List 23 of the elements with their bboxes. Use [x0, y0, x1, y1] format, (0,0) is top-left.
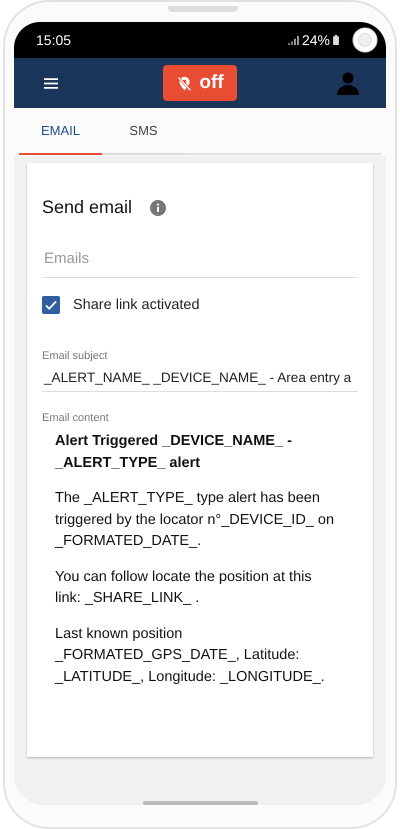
- email-paragraph: You can follow locate the position at this link: _SHARE_LINK_ .: [55, 568, 313, 608]
- checkbox[interactable]: [42, 296, 60, 314]
- speaker-grille: [168, 6, 238, 12]
- info-icon[interactable]: [150, 200, 166, 216]
- email-heading: Alert Triggered _DEVICE_NAME_ - _ALERT_TYPE_ alert: [55, 432, 293, 472]
- field-label: Email content: [42, 412, 109, 424]
- tab[interactable]: EMAIL: [19, 108, 102, 155]
- email-paragraph: The _ALERT_TYPE_ type alert has been triggered by the locator n°_DEVICE_ID_ on _FORMATED_DATE_.: [55, 489, 336, 551]
- menu-icon[interactable]: [44, 78, 58, 88]
- signal-icon: [288, 36, 299, 44]
- checkbox-label: Share link activated: [73, 297, 200, 313]
- field-label: Email subject: [42, 350, 108, 362]
- battery-level: 24%: [302, 32, 330, 48]
- tab[interactable]: SMS: [102, 108, 185, 155]
- pin-off-icon: [176, 74, 194, 92]
- battery-icon: [333, 35, 339, 45]
- clock: 15:05: [36, 32, 72, 48]
- section-title: Send email: [42, 197, 132, 218]
- subject-field[interactable]: _ALERT_NAME_ _DEVICE_NAME_ - Area entry a: [42, 370, 358, 392]
- alert-toggle-button[interactable]: off: [163, 65, 237, 101]
- email-paragraph: Last known position _FORMATED_GPS_DATE_, Latitude: _LATITUDE_, Longitude: _LONGITUDE_.: [55, 624, 326, 686]
- camera-hole: [352, 27, 378, 53]
- emails-field[interactable]: Emails: [42, 250, 358, 278]
